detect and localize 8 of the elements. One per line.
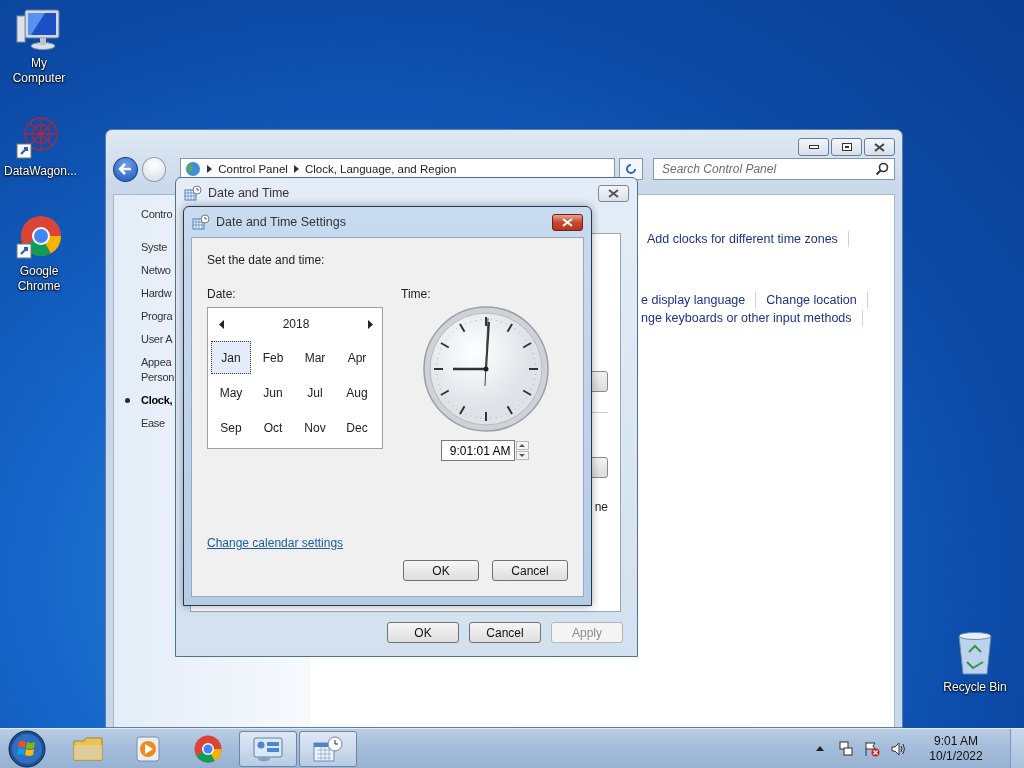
clock-date: 10/1/2022: [929, 748, 983, 764]
instruction-text: Set the date and time:: [207, 252, 326, 268]
time-label: Time:: [401, 286, 432, 302]
dialog-title: Date and Time Settings: [216, 215, 347, 229]
dialog-title: Date and Time: [208, 186, 291, 200]
panel-text: ne: [594, 500, 608, 514]
date-label: Date:: [207, 286, 237, 302]
clock-time: 9:01 AM: [934, 733, 978, 749]
